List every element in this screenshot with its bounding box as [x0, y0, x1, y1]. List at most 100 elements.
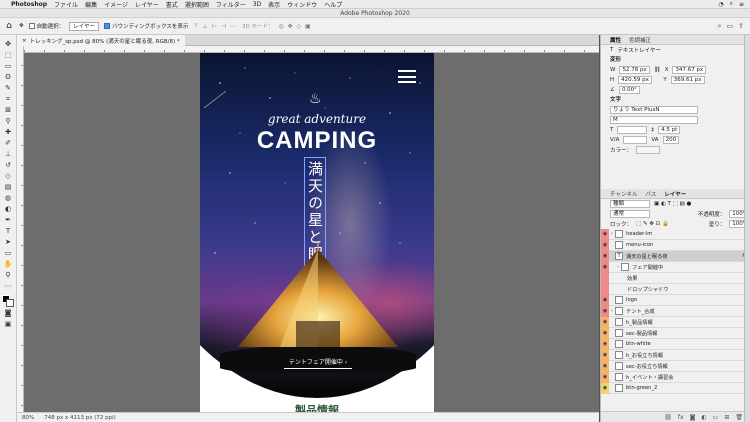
new-layer-icon[interactable]: ⊞ — [724, 414, 729, 421]
filter-icons[interactable]: ▣ ◐ T ⬚ ▤ ● — [654, 201, 691, 207]
layer-row[interactable]: ◉ h_イベント・講習会 — [601, 371, 750, 383]
layer-row[interactable]: ◉ h_製品情報 — [601, 316, 750, 328]
visibility-eye-icon[interactable]: ◉ — [601, 250, 609, 262]
visibility-eye-icon[interactable]: ◉ — [601, 382, 609, 394]
menu-image[interactable]: イメージ — [104, 0, 128, 9]
menu-app[interactable]: Photoshop — [11, 1, 47, 8]
wifi-icon[interactable]: ◔ — [718, 1, 723, 8]
text-color-swatch[interactable] — [636, 146, 661, 154]
search-icon[interactable]: ⌕ — [730, 0, 733, 8]
path-select-tool-icon[interactable]: ➤ — [2, 237, 14, 247]
layer-row[interactable]: ◉ h_お役立ち情報 — [601, 349, 750, 361]
y-field[interactable]: 369.61 px — [670, 76, 705, 84]
control-center-icon[interactable]: ≡ — [739, 1, 744, 8]
tab-paths[interactable]: パス — [645, 190, 656, 198]
folder-icon[interactable]: ▭ — [713, 414, 719, 421]
eraser-tool-icon[interactable]: ◇ — [2, 171, 14, 181]
screen-mode-icon[interactable]: ▣ — [2, 319, 14, 329]
visibility-eye-icon[interactable]: ◉ — [601, 239, 609, 251]
artboard-tool-icon[interactable]: ⬚ — [2, 50, 14, 60]
fx-icon[interactable]: fx — [678, 414, 684, 421]
type-tool-icon[interactable]: T — [2, 226, 14, 236]
layer-row[interactable]: 効果 — [601, 272, 750, 284]
visibility-eye-icon[interactable]: ◉ — [601, 349, 609, 361]
close-icon[interactable]: × — [22, 38, 27, 44]
visibility-eye-icon[interactable]: ◉ — [601, 338, 609, 350]
zoom-level[interactable]: 80% — [22, 415, 34, 421]
layer-row[interactable]: ◉ btn-green_2 — [601, 382, 750, 394]
blend-mode-dropdown[interactable]: 通常 — [610, 210, 650, 218]
horizontal-ruler[interactable] — [24, 46, 599, 53]
font-style-dropdown[interactable]: M — [610, 116, 698, 124]
layer-row[interactable]: ◉ › フェア開催中 — [601, 261, 750, 273]
canvas-area[interactable]: ♨ great adventure CAMPING 満天の星と眠る夜 テントフェ… — [24, 53, 599, 412]
layer-row[interactable]: ◉ logo — [601, 294, 750, 306]
rectangle-tool-icon[interactable]: ▭ — [2, 248, 14, 258]
menu-icon[interactable] — [398, 70, 416, 83]
layer-row[interactable]: ドロップシャドウ — [601, 283, 750, 295]
crop-tool-icon[interactable]: ⌗ — [2, 94, 14, 104]
artboard[interactable]: ♨ great adventure CAMPING 満天の星と眠る夜 テントフェ… — [200, 53, 434, 412]
layer-row[interactable]: ◉T満天の星と眠る夜fx — [601, 250, 750, 262]
color-swatches[interactable] — [2, 295, 14, 307]
menu-view[interactable]: 表示 — [268, 0, 280, 9]
auto-select-dropdown[interactable]: レイヤー — [69, 21, 99, 31]
visibility-eye-icon[interactable]: ◉ — [601, 305, 609, 317]
visibility-eye-icon[interactable]: ◉ — [601, 316, 609, 328]
visibility-eye-icon[interactable]: ◉ — [601, 327, 609, 339]
visibility-eye-icon[interactable]: ◉ — [601, 360, 609, 372]
auto-select-checkbox[interactable]: 自動選択： — [28, 22, 64, 30]
fair-cta-button[interactable]: テントフェア開催中 › — [284, 357, 352, 369]
menu-edit[interactable]: 編集 — [85, 0, 97, 9]
document-tab[interactable]: × トレッキング_sp.psd @ 80% (満天の星と眠る夜, RGB/8) … — [17, 35, 185, 46]
tab-layers[interactable]: レイヤー — [664, 190, 686, 198]
layer-row[interactable]: ◉ sec-お役立ち情報 — [601, 360, 750, 372]
trash-icon[interactable]: 🗑 — [735, 414, 743, 421]
tab-channels[interactable]: チャンネル — [610, 190, 637, 198]
transform-controls-checkbox[interactable]: バウンディングボックスを表示 — [103, 22, 188, 30]
eyedropper-tool-icon[interactable]: ⚲ — [2, 116, 14, 126]
menu-3d[interactable]: 3D — [253, 1, 261, 8]
menu-select[interactable]: 選択範囲 — [185, 0, 209, 9]
visibility-eye-icon[interactable]: ◉ — [601, 228, 609, 240]
brush-tool-icon[interactable]: ✐ — [2, 138, 14, 148]
layer-row[interactable]: ◉ btn-white — [601, 338, 750, 350]
panel-dock[interactable] — [744, 35, 750, 422]
healing-tool-icon[interactable]: ✚ — [2, 127, 14, 137]
pen-tool-icon[interactable]: ✒ — [2, 215, 14, 225]
background-color[interactable] — [6, 299, 14, 307]
layer-row[interactable]: ◉ › header-lm — [601, 228, 750, 240]
angle-field[interactable]: 0.00° — [618, 86, 640, 94]
frame-tool-icon[interactable]: ⊠ — [2, 105, 14, 115]
blur-tool-icon[interactable]: ◍ — [2, 193, 14, 203]
leading-field[interactable]: 4.5 pt — [658, 126, 681, 134]
visibility-eye-icon[interactable]: ◉ — [601, 294, 609, 306]
quick-select-tool-icon[interactable]: ✎ — [2, 83, 14, 93]
move-tool-icon[interactable]: ✥ — [2, 39, 14, 49]
move-tool-icon[interactable]: ✥ — [19, 23, 24, 29]
menu-type[interactable]: 書式 — [166, 0, 178, 9]
visibility-eye-icon[interactable]: ◉ — [601, 371, 609, 383]
dodge-tool-icon[interactable]: ◐ — [2, 204, 14, 214]
layer-row[interactable]: ◉ sec-製品情報 — [601, 327, 750, 339]
menu-window[interactable]: ウィンドウ — [287, 0, 317, 9]
marquee-tool-icon[interactable]: ▭ — [2, 61, 14, 71]
kerning-field[interactable] — [623, 136, 648, 144]
menu-help[interactable]: ヘルプ — [324, 0, 342, 9]
more-tools-icon[interactable]: ⋯ — [2, 281, 14, 291]
menu-filter[interactable]: フィルター — [216, 0, 246, 9]
tracking-field[interactable]: 200 — [662, 136, 680, 144]
home-icon[interactable]: ⌂ — [4, 21, 14, 31]
visibility-eye-icon[interactable] — [601, 283, 609, 295]
layer-row[interactable]: ◉ menu-icon — [601, 239, 750, 251]
align-icons[interactable]: ⊤ ⊥ ⊢ ⊣ ⋯ — [193, 23, 237, 30]
visibility-eye-icon[interactable]: ◉ — [601, 261, 609, 273]
share-icon[interactable]: ⇪ — [738, 22, 744, 31]
lock-icons[interactable]: ⬚ ✎ ✥ ⊡ 🔒 — [636, 221, 669, 227]
3d-icons[interactable]: ◎ ✥ ◇ ▣ — [278, 23, 311, 30]
link-icon[interactable]: ⛓ — [654, 67, 661, 73]
search-icon[interactable]: ⌕ — [718, 22, 722, 31]
visibility-eye-icon[interactable] — [601, 272, 609, 284]
width-field[interactable]: 52.78 px — [619, 66, 650, 74]
menu-layer[interactable]: レイヤー — [135, 0, 159, 9]
